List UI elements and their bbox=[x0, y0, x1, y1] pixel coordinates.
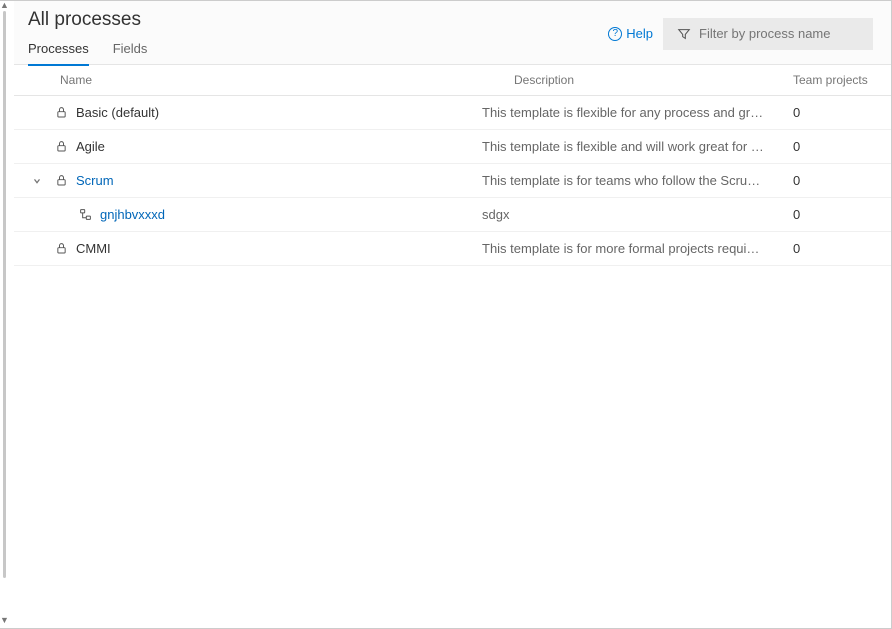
lock-icon bbox=[52, 242, 70, 255]
page: ▲ ▼ All processes Processes Fields ? Help bbox=[0, 0, 892, 629]
tab-fields[interactable]: Fields bbox=[113, 37, 148, 66]
description-cell: This template is for more formal project… bbox=[482, 241, 793, 256]
header: All processes Processes Fields ? Help bbox=[14, 1, 891, 65]
description-cell: This template is for teams who follow th… bbox=[482, 173, 793, 188]
table-row[interactable]: Basic (default) This template is flexible… bbox=[14, 96, 891, 130]
header-left: All processes Processes Fields bbox=[28, 9, 147, 66]
process-name: CMMI bbox=[76, 241, 111, 256]
table-body: Basic (default) This template is flexible… bbox=[14, 96, 891, 266]
lock-icon bbox=[52, 174, 70, 187]
filter-icon bbox=[677, 27, 691, 41]
process-name: Basic (default) bbox=[76, 105, 159, 120]
team-projects-cell: 0 bbox=[793, 173, 873, 188]
table-row[interactable]: Agile This template is flexible and will … bbox=[14, 130, 891, 164]
team-projects-cell: 0 bbox=[793, 105, 873, 120]
filter-box[interactable] bbox=[663, 18, 873, 50]
page-title: All processes bbox=[28, 9, 147, 31]
description-cell: sdgx bbox=[482, 207, 793, 222]
header-right: ? Help bbox=[608, 18, 873, 50]
content-area: All processes Processes Fields ? Help bbox=[14, 1, 891, 628]
tab-processes[interactable]: Processes bbox=[28, 37, 89, 66]
process-name: Agile bbox=[76, 139, 105, 154]
name-cell: Agile bbox=[28, 139, 482, 154]
table-row[interactable]: Scrum This template is for teams who foll… bbox=[14, 164, 891, 198]
lock-icon bbox=[52, 140, 70, 153]
column-header-team-projects[interactable]: Team projects bbox=[793, 73, 873, 87]
process-table: Name Description Team projects Basic (de… bbox=[14, 65, 891, 266]
lock-icon bbox=[52, 106, 70, 119]
description-cell: This template is flexible for any proces… bbox=[482, 105, 793, 120]
description-cell: This template is flexible and will work … bbox=[482, 139, 793, 154]
process-name[interactable]: Scrum bbox=[76, 173, 114, 188]
vertical-scrollbar[interactable] bbox=[3, 11, 6, 578]
team-projects-cell: 0 bbox=[793, 241, 873, 256]
column-header-description[interactable]: Description bbox=[514, 73, 793, 87]
expander-icon[interactable] bbox=[28, 176, 46, 186]
filter-input[interactable] bbox=[699, 26, 859, 41]
name-cell: CMMI bbox=[28, 241, 482, 256]
table-row[interactable]: CMMI This template is for more formal pro… bbox=[14, 232, 891, 266]
column-header-name[interactable]: Name bbox=[60, 73, 514, 87]
tabs: Processes Fields bbox=[28, 37, 147, 66]
help-icon: ? bbox=[608, 27, 622, 41]
inherit-icon bbox=[76, 208, 94, 221]
scroll-down-arrow-icon[interactable]: ▼ bbox=[0, 616, 8, 624]
name-cell: Basic (default) bbox=[28, 105, 482, 120]
help-link[interactable]: ? Help bbox=[608, 26, 653, 41]
table-row[interactable]: gnjhbvxxxd sdgx0 bbox=[14, 198, 891, 232]
scroll-up-arrow-icon[interactable]: ▲ bbox=[0, 1, 8, 9]
table-header: Name Description Team projects bbox=[14, 65, 891, 96]
team-projects-cell: 0 bbox=[793, 139, 873, 154]
name-cell: Scrum bbox=[28, 173, 482, 188]
help-label: Help bbox=[626, 26, 653, 41]
name-cell: gnjhbvxxxd bbox=[28, 207, 482, 222]
process-name[interactable]: gnjhbvxxxd bbox=[100, 207, 165, 222]
team-projects-cell: 0 bbox=[793, 207, 873, 222]
